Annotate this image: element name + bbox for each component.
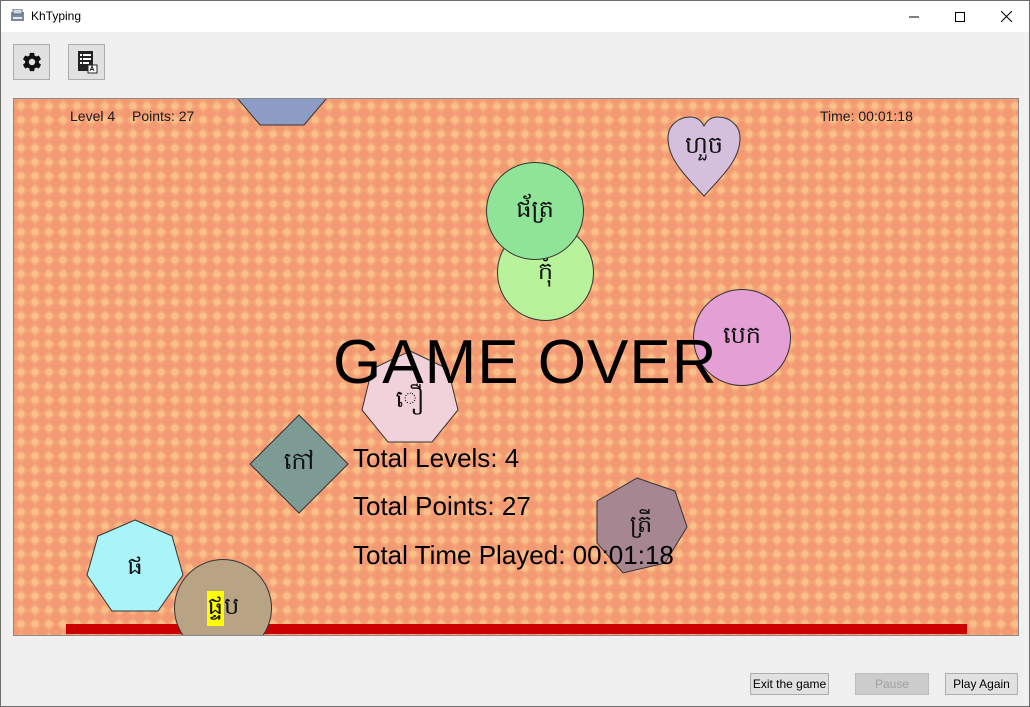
time-label: Time: 00:01:18 [820, 108, 913, 124]
title-bar: KhTyping [1, 1, 1029, 32]
word-diamond: កៅ [283, 446, 315, 475]
game-board: Level 4 Points: 27 Time: 00:01:18 ហួច កុ… [13, 98, 1019, 636]
untyped-rest: ប [224, 591, 240, 620]
total-time-played: Total Time Played: 00:01:18 [353, 540, 674, 570]
settings-button[interactable] [13, 44, 50, 80]
window-title: KhTyping [31, 9, 82, 23]
maximize-button[interactable] [937, 1, 983, 32]
word-heart: ហួច [684, 130, 724, 159]
report-icon [77, 51, 97, 74]
gear-icon [22, 52, 41, 72]
minimize-icon [909, 16, 919, 17]
word-tan-circle: ផ្ទប [174, 586, 272, 630]
word-green-dark: ផ័ត្រ [516, 194, 554, 223]
word-cyan-heptagon: ផ [127, 551, 143, 580]
report-button[interactable] [68, 44, 105, 80]
exit-game-button[interactable]: Exit the game [750, 673, 829, 695]
word-shape-blue-heptagon [237, 99, 327, 126]
total-points: Total Points: 27 [353, 491, 531, 521]
points-label: Points: 27 [132, 108, 195, 124]
level-label: Level 4 [70, 108, 116, 124]
pause-button[interactable]: Pause [855, 673, 929, 695]
close-icon [1000, 11, 1012, 22]
close-button[interactable] [983, 1, 1029, 32]
app-icon [11, 9, 24, 21]
app-window: KhTyping Level 4 Points: 27 Time: 00:01:… [0, 0, 1030, 707]
typed-highlight: ផ្ទ [206, 590, 224, 626]
total-levels: Total Levels: 4 [353, 443, 520, 473]
play-again-button[interactable]: Play Again [945, 673, 1018, 695]
maximize-icon [955, 11, 965, 22]
minimize-button[interactable] [891, 1, 937, 32]
game-over-title: GAME OVER [333, 328, 718, 397]
